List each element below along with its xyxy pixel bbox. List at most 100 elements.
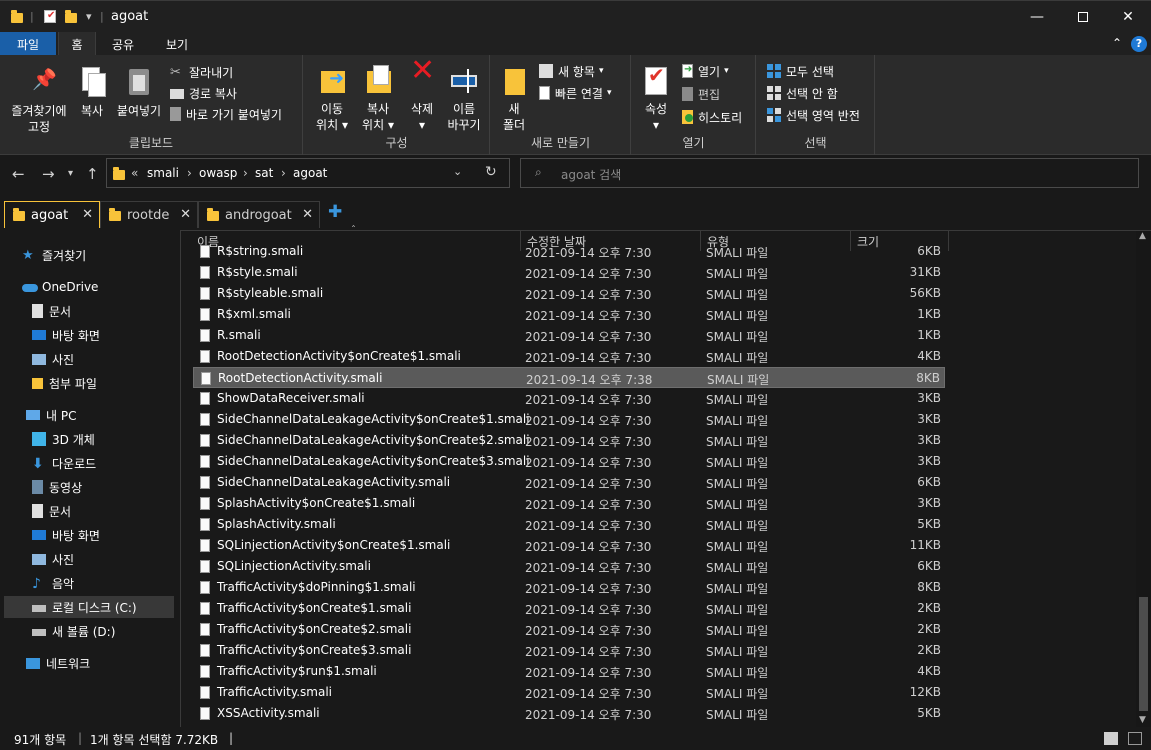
nav-downloads[interactable]: ⬇ 다운로드 xyxy=(32,452,96,474)
address-bar[interactable]: « smali › owasp › sat › agoat ⌄ ↻ xyxy=(106,158,510,188)
table-row[interactable]: R$style.smali 2021-09-14 오후 7:30 SMALI 파일 3… xyxy=(193,262,945,283)
quick-access-dropdown-icon[interactable]: ▾ xyxy=(86,10,92,23)
explorer-tab-agoat[interactable]: agoat ✕ xyxy=(4,201,100,228)
table-row[interactable]: SideChannelDataLeakageActivity$onCreate$… xyxy=(193,430,945,451)
close-button[interactable]: ✕ xyxy=(1105,1,1151,33)
select-all-button[interactable]: 모두 선택 xyxy=(767,61,834,81)
table-row[interactable]: TrafficActivity.smali 2021-09-14 오후 7:30 S… xyxy=(193,682,945,703)
nav-onedrive-attachments[interactable]: 첨부 파일 xyxy=(32,372,97,394)
nav-music[interactable]: ♪ 음악 xyxy=(32,572,74,594)
tab-home[interactable]: 홈 xyxy=(58,32,96,55)
table-row[interactable]: SQLinjectionActivity.smali 2021-09-14 오후 … xyxy=(193,556,945,577)
delete-button[interactable]: ✕ 삭제 ▾ xyxy=(404,56,440,133)
close-tab-icon[interactable]: ✕ xyxy=(180,207,191,222)
table-row[interactable]: R$string.smali 2021-09-14 오후 7:30 SMALI 파일… xyxy=(193,241,945,262)
table-row[interactable]: SplashActivity$onCreate$1.smali 2021-09-1… xyxy=(193,493,945,514)
history-button[interactable]: 히스토리 xyxy=(682,107,742,127)
open-button[interactable]: ➜ 열기 ▾ xyxy=(682,61,729,81)
new-item-button[interactable]: 새 항목 ▾ xyxy=(539,61,603,81)
table-row[interactable]: SideChannelDataLeakageActivity$onCreate$… xyxy=(193,409,945,430)
address-dropdown-chevron-icon[interactable]: ⌄ xyxy=(453,165,462,178)
tab-file[interactable]: 파일 xyxy=(0,32,56,55)
nav-3d-objects[interactable]: 3D 개체 xyxy=(32,428,95,450)
table-row-selected[interactable]: RootDetectionActivity.smali 2021-09-14 오후… xyxy=(193,367,945,388)
explorer-tab-rootde[interactable]: rootde ✕ xyxy=(100,201,198,228)
table-row[interactable]: SideChannelDataLeakageActivity.smali 2021… xyxy=(193,472,945,493)
breadcrumb-agoat[interactable]: agoat xyxy=(293,166,327,180)
collapse-ribbon-icon[interactable]: ⌃ xyxy=(1112,36,1122,50)
properties-button[interactable]: ✔ 속성 ▾ xyxy=(636,65,676,133)
paste-shortcut-button[interactable]: 바로 가기 붙여넣기 xyxy=(170,104,282,124)
invert-selection-button[interactable]: 선택 영역 반전 xyxy=(767,105,860,125)
nav-onedrive-pictures[interactable]: 사진 xyxy=(32,348,74,370)
help-icon[interactable]: ? xyxy=(1131,36,1147,52)
cut-button[interactable]: ✂ 잘라내기 xyxy=(170,62,233,82)
nav-videos[interactable]: 동영상 xyxy=(32,476,82,498)
close-tab-icon[interactable]: ✕ xyxy=(82,207,93,222)
back-arrow-icon[interactable]: ← xyxy=(12,165,25,183)
table-row[interactable]: TrafficActivity$onCreate$1.smali 2021-09-… xyxy=(193,598,945,619)
paste-button[interactable]: 붙여넣기 xyxy=(112,67,166,119)
table-row[interactable]: ShowDataReceiver.smali 2021-09-14 오후 7:30… xyxy=(193,388,945,409)
table-row[interactable]: SQLinjectionActivity$onCreate$1.smali 202… xyxy=(193,535,945,556)
details-view-icon[interactable] xyxy=(1104,732,1118,745)
copy-button[interactable]: 복사 xyxy=(74,67,110,119)
table-row[interactable]: R$styleable.smali 2021-09-14 오후 7:30 SMALI… xyxy=(193,283,945,304)
breadcrumb-owasp[interactable]: owasp xyxy=(199,166,237,180)
nav-this-pc[interactable]: 내 PC xyxy=(26,404,76,426)
table-row[interactable]: TrafficActivity$onCreate$3.smali 2021-09-… xyxy=(193,640,945,661)
new-folder-button[interactable]: 새 폴더 xyxy=(495,65,533,133)
edit-button[interactable]: 편집 xyxy=(682,84,720,104)
nav-documents[interactable]: 문서 xyxy=(32,500,71,522)
table-row[interactable]: XSSActivity.smali 2021-09-14 오후 7:30 SMALI… xyxy=(193,703,945,724)
table-row[interactable]: SplashActivity.smali 2021-09-14 오후 7:30 SM… xyxy=(193,514,945,535)
nav-pictures[interactable]: 사진 xyxy=(32,548,74,570)
tab-view[interactable]: 보기 xyxy=(157,32,197,55)
nav-volume-d[interactable]: 새 볼륨 (D:) xyxy=(32,620,115,642)
large-icons-view-icon[interactable] xyxy=(1128,732,1142,745)
breadcrumb-smali[interactable]: smali xyxy=(147,166,179,180)
properties-quick-icon[interactable]: ✔ xyxy=(44,10,56,23)
copy-to-button[interactable]: 복사 위치 ▾ xyxy=(356,65,400,133)
minimize-button[interactable]: — xyxy=(1014,1,1060,33)
search-box[interactable]: ⌕ agoat 검색 xyxy=(520,158,1139,188)
table-row[interactable]: RootDetectionActivity$onCreate$1.smali 20… xyxy=(193,346,945,367)
scrollbar-thumb[interactable] xyxy=(1139,597,1148,711)
nav-onedrive-desktop[interactable]: 바탕 화면 xyxy=(32,324,100,346)
copy-path-button[interactable]: 경로 복사 xyxy=(170,83,237,103)
easy-access-button[interactable]: 빠른 연결 ▾ xyxy=(539,83,612,103)
table-row[interactable]: TrafficActivity$onCreate$2.smali 2021-09-… xyxy=(193,619,945,640)
pin-quick-access-button[interactable]: 📌 즐겨찾기에 고정 xyxy=(6,67,72,135)
explorer-tab-androgoat[interactable]: androgoat ✕ xyxy=(198,201,320,228)
recent-locations-chevron-icon[interactable]: ▾ xyxy=(68,168,73,179)
breadcrumb-separator-icon[interactable]: › xyxy=(187,166,192,180)
table-row[interactable]: R.smali 2021-09-14 오후 7:30 SMALI 파일 1KB xyxy=(193,325,945,346)
tab-share[interactable]: 공유 xyxy=(104,32,142,55)
nav-desktop[interactable]: 바탕 화면 xyxy=(32,524,100,546)
forward-arrow-icon[interactable]: → xyxy=(42,165,55,183)
up-arrow-icon[interactable]: ↑ xyxy=(86,165,99,183)
maximize-button[interactable] xyxy=(1060,1,1106,33)
overflow-chevron-icon[interactable]: « xyxy=(131,166,138,180)
rename-button[interactable]: 이름 바꾸기 xyxy=(442,65,486,133)
table-row[interactable]: TrafficActivity$run$1.smali 2021-09-14 오후… xyxy=(193,661,945,682)
refresh-icon[interactable]: ↻ xyxy=(485,164,497,180)
nav-network[interactable]: 네트워크 xyxy=(26,652,90,674)
select-none-button[interactable]: 선택 안 함 xyxy=(767,83,838,103)
table-row[interactable]: R$xml.smali 2021-09-14 오후 7:30 SMALI 파일 1KB xyxy=(193,304,945,325)
nav-onedrive[interactable]: OneDrive xyxy=(22,276,98,298)
nav-local-disk-c[interactable]: 로컬 디스크 (C:) xyxy=(4,596,174,618)
breadcrumb-separator-icon[interactable]: › xyxy=(281,166,286,180)
new-folder-quick-icon[interactable] xyxy=(65,10,77,23)
vertical-scrollbar[interactable]: ▲ ▼ xyxy=(1136,231,1151,728)
close-tab-icon[interactable]: ✕ xyxy=(302,207,313,222)
scroll-down-icon[interactable]: ▼ xyxy=(1139,715,1146,725)
scroll-up-icon[interactable]: ▲ xyxy=(1139,231,1146,241)
nav-quick-access[interactable]: ★ 즐겨찾기 xyxy=(22,244,86,266)
table-row[interactable]: TrafficActivity$doPinning$1.smali 2021-09… xyxy=(193,577,945,598)
breadcrumb-separator-icon[interactable]: › xyxy=(243,166,248,180)
table-row[interactable]: SideChannelDataLeakageActivity$onCreate$… xyxy=(193,451,945,472)
nav-onedrive-documents[interactable]: 문서 xyxy=(32,300,71,322)
breadcrumb-sat[interactable]: sat xyxy=(255,166,273,180)
new-tab-plus-icon[interactable]: ✚ xyxy=(328,202,342,222)
